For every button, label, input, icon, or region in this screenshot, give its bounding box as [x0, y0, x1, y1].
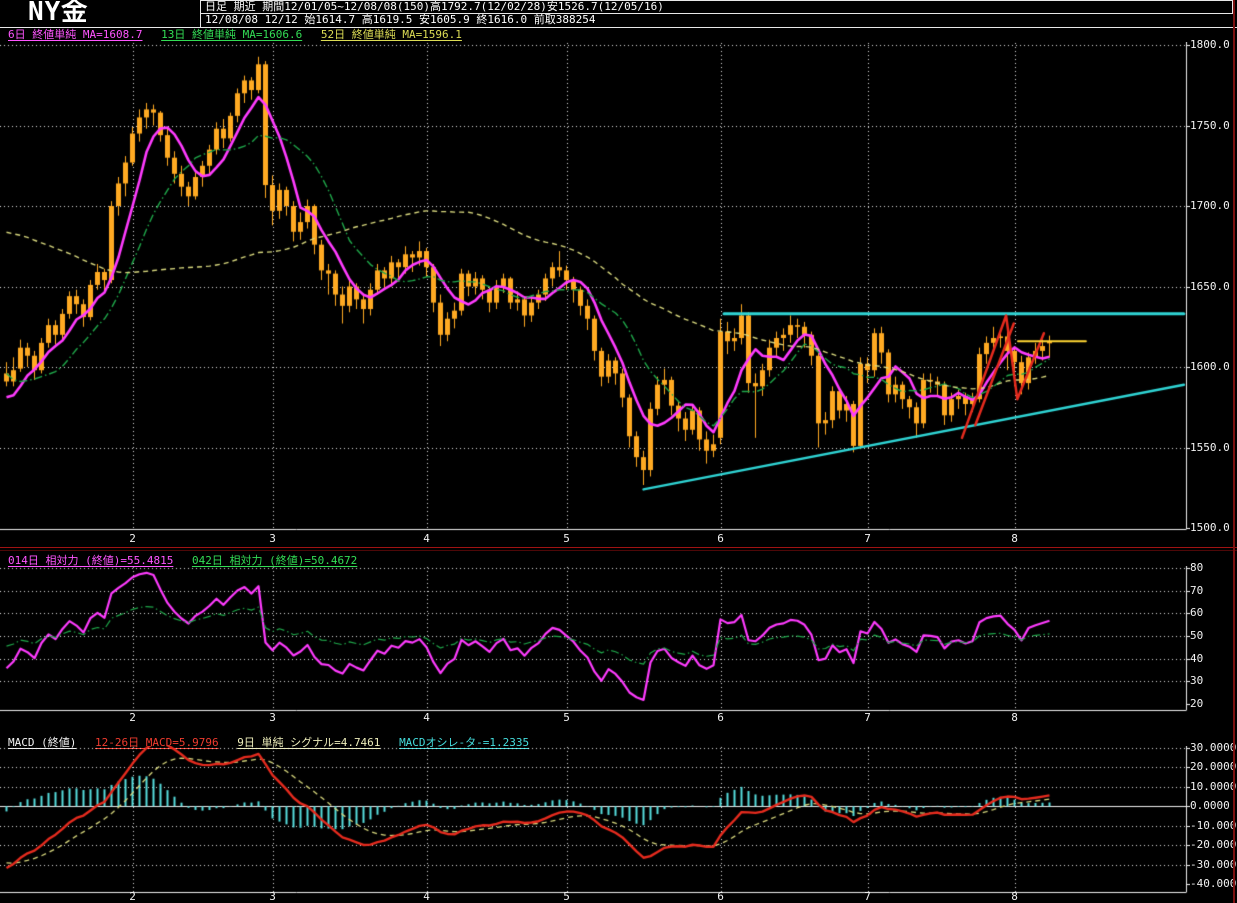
period-info-line: 日足 期近 期間12/01/05~12/08/08(150)高1792.7(12… — [200, 0, 1233, 14]
rsi-axis: 80 70 60 50 40 30 20 — [1190, 562, 1237, 714]
main-price-tick-label: 1650.0 — [1190, 279, 1230, 293]
main-month-label: 2 — [129, 532, 136, 545]
rsi-tick-label: 30 — [1190, 674, 1204, 688]
macd-tick-label: 0.0000 — [1190, 799, 1230, 813]
macd-tick-label: 30.0000 — [1190, 741, 1237, 754]
legend-ma13[interactable]: 13日 終値単純 MA=1606.6 — [161, 28, 302, 41]
main-price-axis: 1800.0 1750.0 1700.0 1650.0 1600.0 1550.0 1500… — [1190, 38, 1237, 534]
main-price-tick-label: 1500.0 — [1190, 521, 1230, 534]
main-time-axis: 2 3 4 5 6 7 8 — [0, 533, 1190, 545]
macd-chart-canvas[interactable] — [0, 746, 1190, 896]
macd-month-label: 3 — [269, 890, 276, 903]
rsi-tick-label: 80 — [1190, 561, 1204, 574]
quote-info-line: 12/08/08 12/12 始1614.7 高1619.5 安1605.9 終… — [200, 14, 1233, 27]
chart-app-window: NY金 日足 期近 期間12/01/05~12/08/08(150)高1792.… — [0, 0, 1237, 903]
rsi-tick-label: 40 — [1190, 651, 1204, 665]
rsi-tick-label: 50 — [1190, 629, 1204, 642]
rsi-tick-label: 20 — [1190, 697, 1204, 710]
main-month-label: 4 — [423, 532, 430, 545]
macd-month-label: 7 — [864, 890, 871, 903]
macd-month-label: 8 — [1011, 890, 1018, 903]
rsi-month-label: 4 — [423, 711, 430, 724]
legend-ma6[interactable]: 6日 終値単純 MA=1608.7 — [8, 28, 142, 41]
legend-ma52[interactable]: 52日 終値単純 MA=1596.1 — [321, 28, 462, 41]
rsi-chart-canvas[interactable] — [0, 566, 1190, 714]
main-month-label: 8 — [1011, 532, 1018, 545]
macd-axis: 30.0000 20.0000 10.0000 0.0000 -10.0000 -20.0… — [1190, 742, 1237, 896]
rsi-month-label: 5 — [563, 711, 570, 724]
rsi-tick-label: 60 — [1190, 606, 1204, 620]
rsi-month-label: 7 — [864, 711, 871, 724]
instrument-title: NY金 — [28, 0, 89, 27]
main-month-label: 6 — [717, 532, 724, 545]
rsi-time-axis: 2 3 4 5 6 7 8 — [0, 712, 1190, 724]
macd-tick-label: 20.0000 — [1190, 760, 1237, 774]
rsi-month-label: 3 — [269, 711, 276, 724]
rsi-month-label: 6 — [717, 711, 724, 724]
macd-tick-label: -30.0000 — [1190, 857, 1237, 871]
macd-month-label: 6 — [717, 890, 724, 903]
macd-tick-label: -20.0000 — [1190, 838, 1237, 852]
main-price-chart-canvas[interactable] — [0, 42, 1190, 532]
main-month-label: 5 — [563, 532, 570, 545]
macd-month-label: 4 — [423, 890, 430, 903]
main-price-tick-label: 1600.0 — [1190, 360, 1230, 373]
macd-tick-label: -10.0000 — [1190, 818, 1237, 832]
main-price-tick-label: 1550.0 — [1190, 440, 1230, 454]
panel-separator-line — [0, 547, 1237, 548]
main-price-tick-label: 1700.0 — [1190, 199, 1230, 212]
main-price-tick-label: 1800.0 — [1190, 38, 1230, 51]
panel-separator-shadow — [0, 550, 1237, 551]
main-month-label: 7 — [864, 532, 871, 545]
macd-month-label: 5 — [563, 890, 570, 903]
right-edge-accent — [1233, 0, 1235, 903]
macd-time-axis: 2 3 4 5 6 7 8 — [0, 891, 1190, 903]
rsi-month-label: 8 — [1011, 711, 1018, 724]
rsi-tick-label: 70 — [1190, 583, 1204, 597]
macd-tick-label: -40.0000 — [1190, 877, 1237, 890]
main-month-label: 3 — [269, 532, 276, 545]
macd-tick-label: 10.0000 — [1190, 779, 1237, 793]
rsi-month-label: 2 — [129, 711, 136, 724]
macd-month-label: 2 — [129, 890, 136, 903]
main-chart-legend: 6日 終値単純 MA=1608.7 13日 終値単純 MA=1606.6 52日… — [8, 29, 474, 41]
main-price-tick-label: 1750.0 — [1190, 118, 1230, 132]
